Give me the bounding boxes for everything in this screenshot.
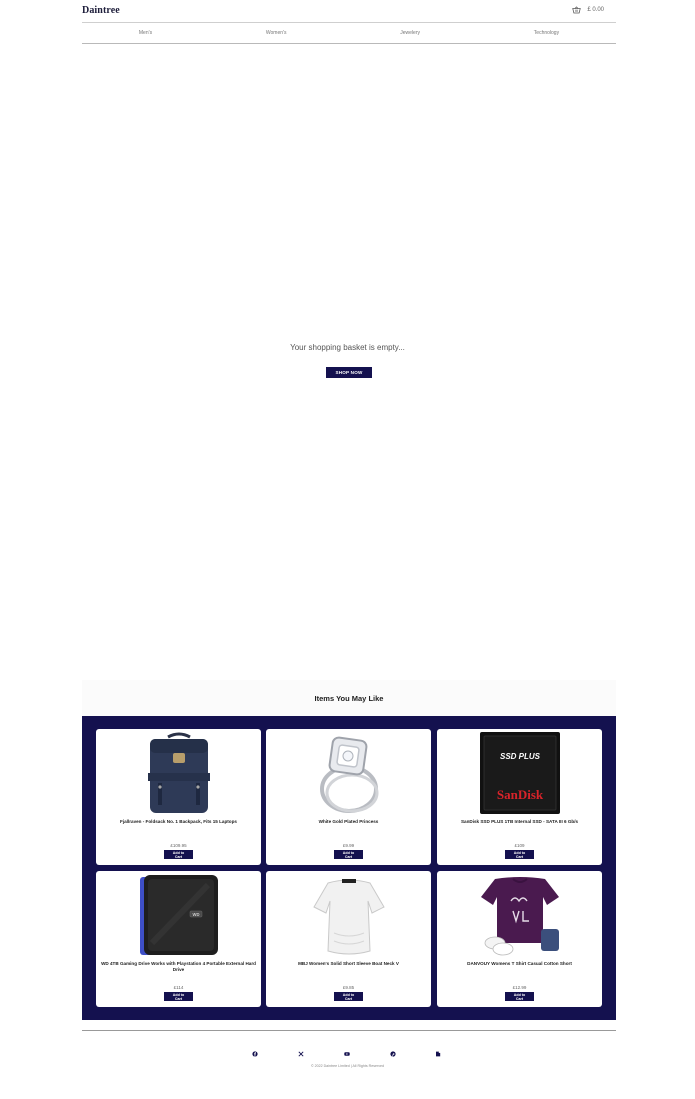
product-price: £109 xyxy=(514,843,525,848)
ssd-image: SSD PLUS SanDisk xyxy=(480,732,560,814)
product-price: £12.99 xyxy=(512,985,527,990)
ring-image xyxy=(320,736,379,813)
product-price: £9.99 xyxy=(342,843,355,848)
suggestions-title: Items You May Like xyxy=(314,693,384,703)
product-card[interactable]: Fjallraven - Foldsack No. 1 Backpack, Fi… xyxy=(96,729,261,865)
drive-badge-text: WD xyxy=(193,912,200,917)
nav-link-jewelery[interactable]: Jewelery xyxy=(400,30,420,36)
product-name[interactable]: Fjallraven - Foldsack No. 1 Backpack, Fi… xyxy=(100,819,257,825)
shop-now-button[interactable]: SHOP NOW xyxy=(326,367,372,378)
add-to-cart-button[interactable]: Add to Cart xyxy=(334,850,363,859)
add-to-cart-button[interactable]: Add to Cart xyxy=(334,992,363,1001)
product-card[interactable]: White Gold Plated Princess £9.99 Add to … xyxy=(266,729,431,865)
product-name[interactable]: SanDisk SSD PLUS 1TB Internal SSD - SATA… xyxy=(441,819,598,825)
nav-link-mens[interactable]: Men's xyxy=(139,30,152,36)
product-price: £109.95 xyxy=(170,843,187,848)
suggestions-header: Items You May Like xyxy=(82,680,616,716)
copyright-text: © 2022 Daintree Limited | All Rights Res… xyxy=(310,1064,385,1068)
product-name[interactable]: White Gold Plated Princess xyxy=(270,819,427,825)
product-card[interactable]: SSD PLUS SanDisk SanDisk SSD PLUS 1TB In… xyxy=(437,729,602,865)
add-to-cart-button[interactable]: Add to Cart xyxy=(164,992,193,1001)
purple-tshirt-image xyxy=(481,877,559,956)
empty-basket-message: Your shopping basket is empty... xyxy=(290,343,405,352)
product-name[interactable]: DANVOUY Womens T Shirt Casual Cotton Sho… xyxy=(441,961,598,967)
ssd-label-line2: SanDisk xyxy=(497,787,544,802)
product-grid: Fjallraven - Foldsack No. 1 Backpack, Fi… xyxy=(82,716,616,1020)
site-header: Daintree £ 0.00 xyxy=(82,0,616,23)
add-to-cart-button[interactable]: Add to Cart xyxy=(164,850,193,859)
product-card[interactable]: MBJ Women's Solid Short Sleeve Boat Neck… xyxy=(266,871,431,1007)
facebook-icon[interactable] xyxy=(252,1044,258,1057)
add-to-cart-button[interactable]: Add to Cart xyxy=(505,992,534,1001)
tiktok-icon[interactable] xyxy=(435,1044,441,1057)
footer-divider xyxy=(82,1030,616,1031)
product-price: £9.85 xyxy=(342,985,355,990)
basket-icon[interactable] xyxy=(572,6,582,14)
youtube-icon[interactable] xyxy=(344,1044,350,1056)
product-card[interactable]: DANVOUY Womens T Shirt Casual Cotton Sho… xyxy=(437,871,602,1007)
product-name[interactable]: MBJ Women's Solid Short Sleeve Boat Neck… xyxy=(270,961,427,967)
x-icon[interactable] xyxy=(298,1044,304,1057)
social-links xyxy=(0,1044,695,1057)
brand-logo[interactable]: Daintree xyxy=(82,5,120,16)
nav-link-technology[interactable]: Technology xyxy=(534,30,559,36)
product-card[interactable]: WD WD 4TB Gaming Drive Works with Playst… xyxy=(96,871,261,1007)
cart-summary[interactable]: £ 0.00 xyxy=(572,6,604,14)
product-price: £114 xyxy=(173,985,184,990)
product-name[interactable]: WD 4TB Gaming Drive Works with Playstati… xyxy=(100,961,257,973)
hard-drive-image: WD xyxy=(140,875,218,955)
cart-total: £ 0.00 xyxy=(587,7,604,13)
backpack-image xyxy=(148,732,210,813)
add-to-cart-button[interactable]: Add to Cart xyxy=(505,850,534,859)
nav-link-womens[interactable]: Women's xyxy=(266,30,287,36)
pinterest-icon[interactable] xyxy=(390,1044,396,1057)
main-nav: Men's Women's Jewelery Technology xyxy=(82,23,616,44)
ssd-label-line1: SSD PLUS xyxy=(500,752,541,761)
white-top-image xyxy=(313,879,385,955)
